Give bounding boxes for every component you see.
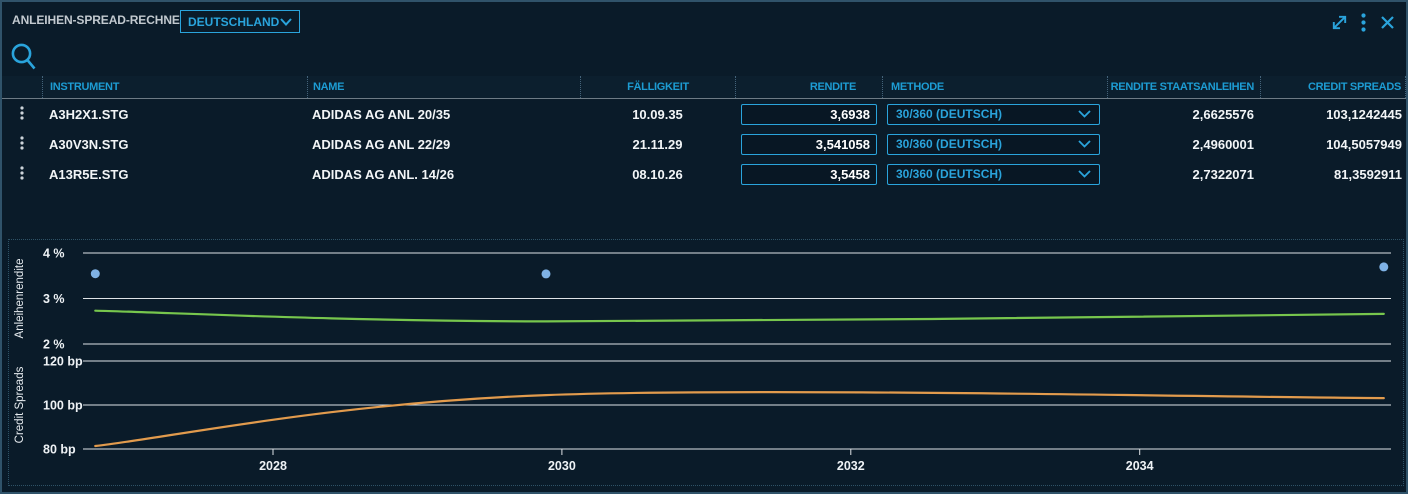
row-menu-button[interactable] bbox=[2, 129, 42, 159]
svg-text:2 %: 2 % bbox=[43, 338, 65, 352]
methode-cell: 30/360 (DEUTSCH) bbox=[882, 99, 1107, 129]
methode-select[interactable]: 30/360 (DEUTSCH) bbox=[887, 134, 1100, 155]
credit_spreads-cell: 81,3592911 bbox=[1260, 159, 1406, 189]
instrument-cell: A3H2X1.STG bbox=[42, 99, 307, 129]
methode-value: 30/360 (DEUTSCH) bbox=[896, 107, 1002, 121]
methode-cell: 30/360 (DEUTSCH) bbox=[882, 159, 1107, 189]
spread-chart-svg: 4 % 3 % 2 % 120 bp 100 bp 80 bp Anleihenrendit… bbox=[9, 240, 1403, 485]
row-menu-cell bbox=[2, 159, 42, 189]
svg-text:2030: 2030 bbox=[548, 459, 576, 473]
methode-select[interactable]: 30/360 (DEUTSCH) bbox=[887, 164, 1100, 185]
svg-text:120 bp: 120 bp bbox=[43, 355, 83, 369]
spread-chart: 4 % 3 % 2 % 120 bp 100 bp 80 bp Anleihenrendit… bbox=[8, 239, 1404, 486]
column-header-rendite_staatsanleihen[interactable]: RENDITE STAATSANLEIHEN bbox=[1107, 76, 1260, 98]
overflow-menu-icon bbox=[1361, 13, 1366, 32]
table-row: A3H2X1.STGADIDAS AG ANL 20/3510.09.35 30/… bbox=[2, 99, 1406, 129]
methode-value: 30/360 (DEUTSCH) bbox=[896, 167, 1002, 181]
rendite_staatsanleihen-cell: 2,6625576 bbox=[1107, 99, 1260, 129]
search-icon bbox=[10, 59, 37, 74]
chevron-down-icon bbox=[1078, 107, 1091, 121]
faelligkeit-cell: 21.11.29 bbox=[580, 129, 735, 159]
instrument-cell: A30V3N.STG bbox=[42, 129, 307, 159]
svg-text:4 %: 4 % bbox=[43, 247, 65, 261]
rendite-input[interactable] bbox=[741, 164, 877, 185]
faelligkeit-cell: 08.10.26 bbox=[580, 159, 735, 189]
kebab-icon bbox=[20, 166, 24, 183]
x-axis-ticks bbox=[273, 449, 1140, 455]
methode-select[interactable]: 30/360 (DEUTSCH) bbox=[887, 104, 1100, 125]
overflow-menu-button[interactable] bbox=[1358, 12, 1368, 32]
svg-text:80 bp: 80 bp bbox=[43, 443, 76, 457]
series-anleihenrendite-punkte bbox=[91, 262, 1389, 278]
chevron-down-icon bbox=[280, 15, 292, 29]
svg-text:2034: 2034 bbox=[1126, 459, 1154, 473]
column-header-faelligkeit[interactable]: FÄLLIGKEIT bbox=[580, 76, 735, 98]
faelligkeit-cell: 10.09.35 bbox=[580, 99, 735, 129]
column-header-name[interactable]: NAME bbox=[307, 76, 580, 98]
bond-spread-calculator-window: ANLEIHEN-SPREAD-RECHNER DEUTSCHLAND bbox=[0, 0, 1408, 494]
table-body: A3H2X1.STGADIDAS AG ANL 20/3510.09.35 30/… bbox=[2, 99, 1406, 189]
kebab-icon bbox=[20, 136, 24, 153]
column-header-rendite[interactable]: RENDITE bbox=[735, 76, 882, 98]
column-header-credit_spreads[interactable]: CREDIT SPREADS bbox=[1260, 76, 1406, 98]
column-header-rowmenu bbox=[2, 76, 42, 98]
x-axis-tick-labels: 2028 2030 2032 2034 bbox=[259, 459, 1154, 473]
chevron-down-icon bbox=[1078, 137, 1091, 151]
credit_spreads-cell: 103,1242445 bbox=[1260, 99, 1406, 129]
rendite-input[interactable] bbox=[741, 104, 877, 125]
rendite-cell bbox=[735, 99, 882, 129]
svg-text:3 %: 3 % bbox=[43, 292, 65, 306]
row-menu-button[interactable] bbox=[2, 159, 42, 189]
close-icon bbox=[1380, 15, 1395, 30]
svg-text:2028: 2028 bbox=[259, 459, 287, 473]
y-axis-tick-labels: 4 % 3 % 2 % 120 bp 100 bp 80 bp bbox=[43, 247, 83, 457]
kebab-icon bbox=[20, 106, 24, 123]
table-header-row: INSTRUMENTNAMEFÄLLIGKEITRENDITEMETHODERE… bbox=[2, 76, 1406, 99]
instruments-table: INSTRUMENTNAMEFÄLLIGKEITRENDITEMETHODERE… bbox=[2, 76, 1406, 189]
expand-button[interactable] bbox=[1329, 12, 1349, 32]
name-cell: ADIDAS AG ANL 22/29 bbox=[307, 129, 580, 159]
row-menu-cell bbox=[2, 129, 42, 159]
methode-cell: 30/360 (DEUTSCH) bbox=[882, 129, 1107, 159]
rendite-cell bbox=[735, 129, 882, 159]
country-selector-dropdown[interactable]: DEUTSCHLAND bbox=[180, 10, 300, 33]
rendite_staatsanleihen-cell: 2,7322071 bbox=[1107, 159, 1260, 189]
country-selector-value: DEUTSCHLAND bbox=[188, 15, 279, 29]
svg-text:Anleihenrendite: Anleihenrendite bbox=[14, 259, 26, 339]
instrument-cell: A13R5E.STG bbox=[42, 159, 307, 189]
y-axis-titles: Anleihenrendite Credit Spreads bbox=[14, 259, 26, 444]
series-credit-spreads-kurve bbox=[95, 392, 1384, 446]
chevron-down-icon bbox=[1078, 167, 1091, 181]
column-header-methode[interactable]: METHODE bbox=[882, 76, 1107, 98]
svg-text:Credit Spreads: Credit Spreads bbox=[14, 366, 26, 443]
rendite_staatsanleihen-cell: 2,4960001 bbox=[1107, 129, 1260, 159]
svg-text:2032: 2032 bbox=[837, 459, 865, 473]
series-rendite-staatsanleihen-kurve bbox=[95, 311, 1384, 322]
row-menu-cell bbox=[2, 99, 42, 129]
table-row: A13R5E.STGADIDAS AG ANL. 14/2608.10.26 30… bbox=[2, 159, 1406, 189]
search-button[interactable] bbox=[9, 42, 37, 72]
name-cell: ADIDAS AG ANL 20/35 bbox=[307, 99, 580, 129]
window-controls bbox=[1329, 12, 1397, 32]
name-cell: ADIDAS AG ANL. 14/26 bbox=[307, 159, 580, 189]
expand-icon bbox=[1330, 13, 1349, 32]
rendite-cell bbox=[735, 159, 882, 189]
svg-text:100 bp: 100 bp bbox=[43, 399, 83, 413]
methode-value: 30/360 (DEUTSCH) bbox=[896, 137, 1002, 151]
column-header-instrument[interactable]: INSTRUMENT bbox=[42, 76, 307, 98]
credit_spreads-cell: 104,5057949 bbox=[1260, 129, 1406, 159]
rendite-input[interactable] bbox=[741, 134, 877, 155]
row-menu-button[interactable] bbox=[2, 99, 42, 129]
table-row: A30V3N.STGADIDAS AG ANL 22/2921.11.29 30/… bbox=[2, 129, 1406, 159]
close-button[interactable] bbox=[1377, 12, 1397, 32]
page-title: ANLEIHEN-SPREAD-RECHNER bbox=[12, 13, 188, 27]
